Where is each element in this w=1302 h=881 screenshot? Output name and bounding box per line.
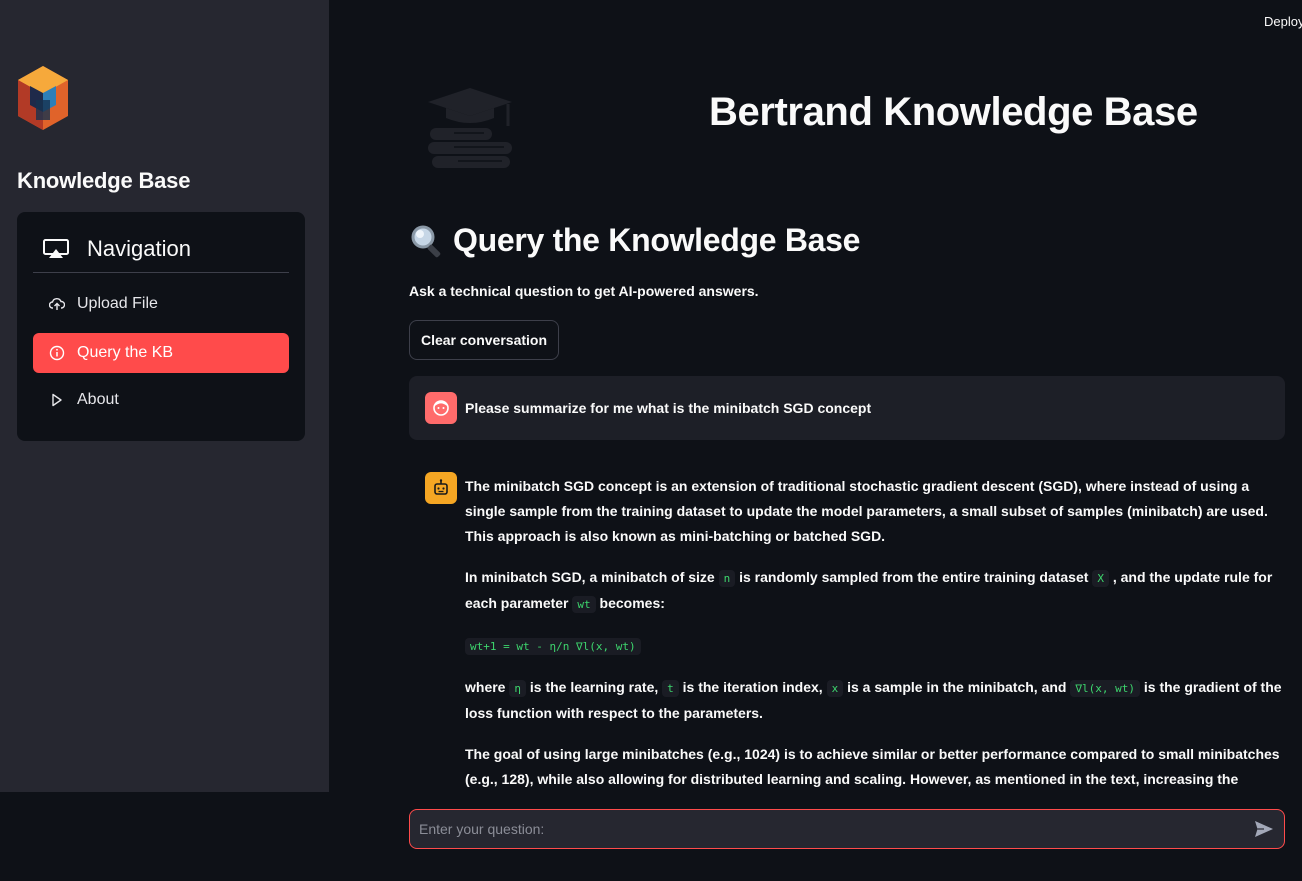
inline-code: η [509, 680, 526, 697]
sidebar-item-upload-file[interactable]: Upload File [33, 284, 289, 324]
info-circle-icon [49, 345, 65, 361]
assistant-paragraph: The minibatch SGD concept is an extensio… [465, 478, 1268, 544]
sidebar-item-label: About [77, 391, 119, 408]
inline-code: n [718, 570, 736, 587]
clear-conversation-button[interactable]: Clear conversation [409, 320, 559, 360]
sidebar-item-label: Upload File [77, 295, 158, 312]
assistant-formula: wt+1 = wt - η/n ∇l(x, wt) [465, 633, 1283, 659]
sidebar-title: Knowledge Base [17, 168, 191, 193]
inline-code: wt [572, 596, 596, 613]
navigation-header: Navigation [33, 226, 289, 273]
send-button[interactable] [1244, 810, 1284, 848]
assistant-paragraph: where η is the learning rate, t is the i… [465, 679, 1282, 721]
chat-question-input[interactable] [410, 810, 1244, 848]
play-triangle-icon [49, 392, 65, 408]
sidebar: Knowledge Base Navigation Upload File Qu… [0, 0, 329, 881]
assistant-paragraph: The goal of using large minibatches (e.g… [465, 746, 1280, 787]
navigation-menu: Navigation Upload File Query the KB Abou… [17, 212, 305, 441]
assistant-paragraph: In minibatch SGD, a minibatch of size n … [465, 569, 1273, 613]
assistant-message: The minibatch SGD concept is an extensio… [409, 456, 1285, 796]
upload-cloud-icon [49, 296, 65, 312]
user-message: Please summarize for me what is the mini… [409, 376, 1285, 440]
formula-code: wt+1 = wt - η/n ∇l(x, wt) [465, 638, 641, 655]
magnifier-emoji-icon [411, 225, 441, 257]
inline-code: x [826, 680, 844, 697]
user-message-text: Please summarize for me what is the mini… [465, 400, 872, 416]
airplay-icon [43, 239, 69, 258]
app-logo-icon [18, 66, 68, 130]
graduation-cap-books-icon [428, 88, 512, 168]
navigation-header-label: Navigation [87, 236, 191, 261]
assistant-message-body: The minibatch SGD concept is an extensio… [465, 474, 1283, 796]
inline-code: X [1092, 570, 1109, 587]
section-title-text: Query the Knowledge Base [453, 222, 861, 258]
user-avatar-icon [425, 392, 457, 424]
deploy-button[interactable]: Deploy [1264, 14, 1302, 29]
page-title: Bertrand Knowledge Base [709, 90, 1198, 134]
assistant-avatar-icon [425, 472, 457, 504]
sidebar-item-query-the-kb[interactable]: Query the KB [33, 333, 289, 373]
subtitle: Ask a technical question to get AI-power… [409, 283, 759, 299]
sidebar-item-label: Query the KB [77, 344, 174, 361]
chat-input-container [409, 809, 1285, 849]
inline-code: ∇l(x, wt) [1070, 680, 1140, 697]
sidebar-item-about[interactable]: About [33, 380, 289, 420]
inline-code: t [662, 680, 679, 697]
send-arrow-icon [1255, 821, 1273, 837]
section-title: Query the Knowledge Base [409, 222, 860, 259]
